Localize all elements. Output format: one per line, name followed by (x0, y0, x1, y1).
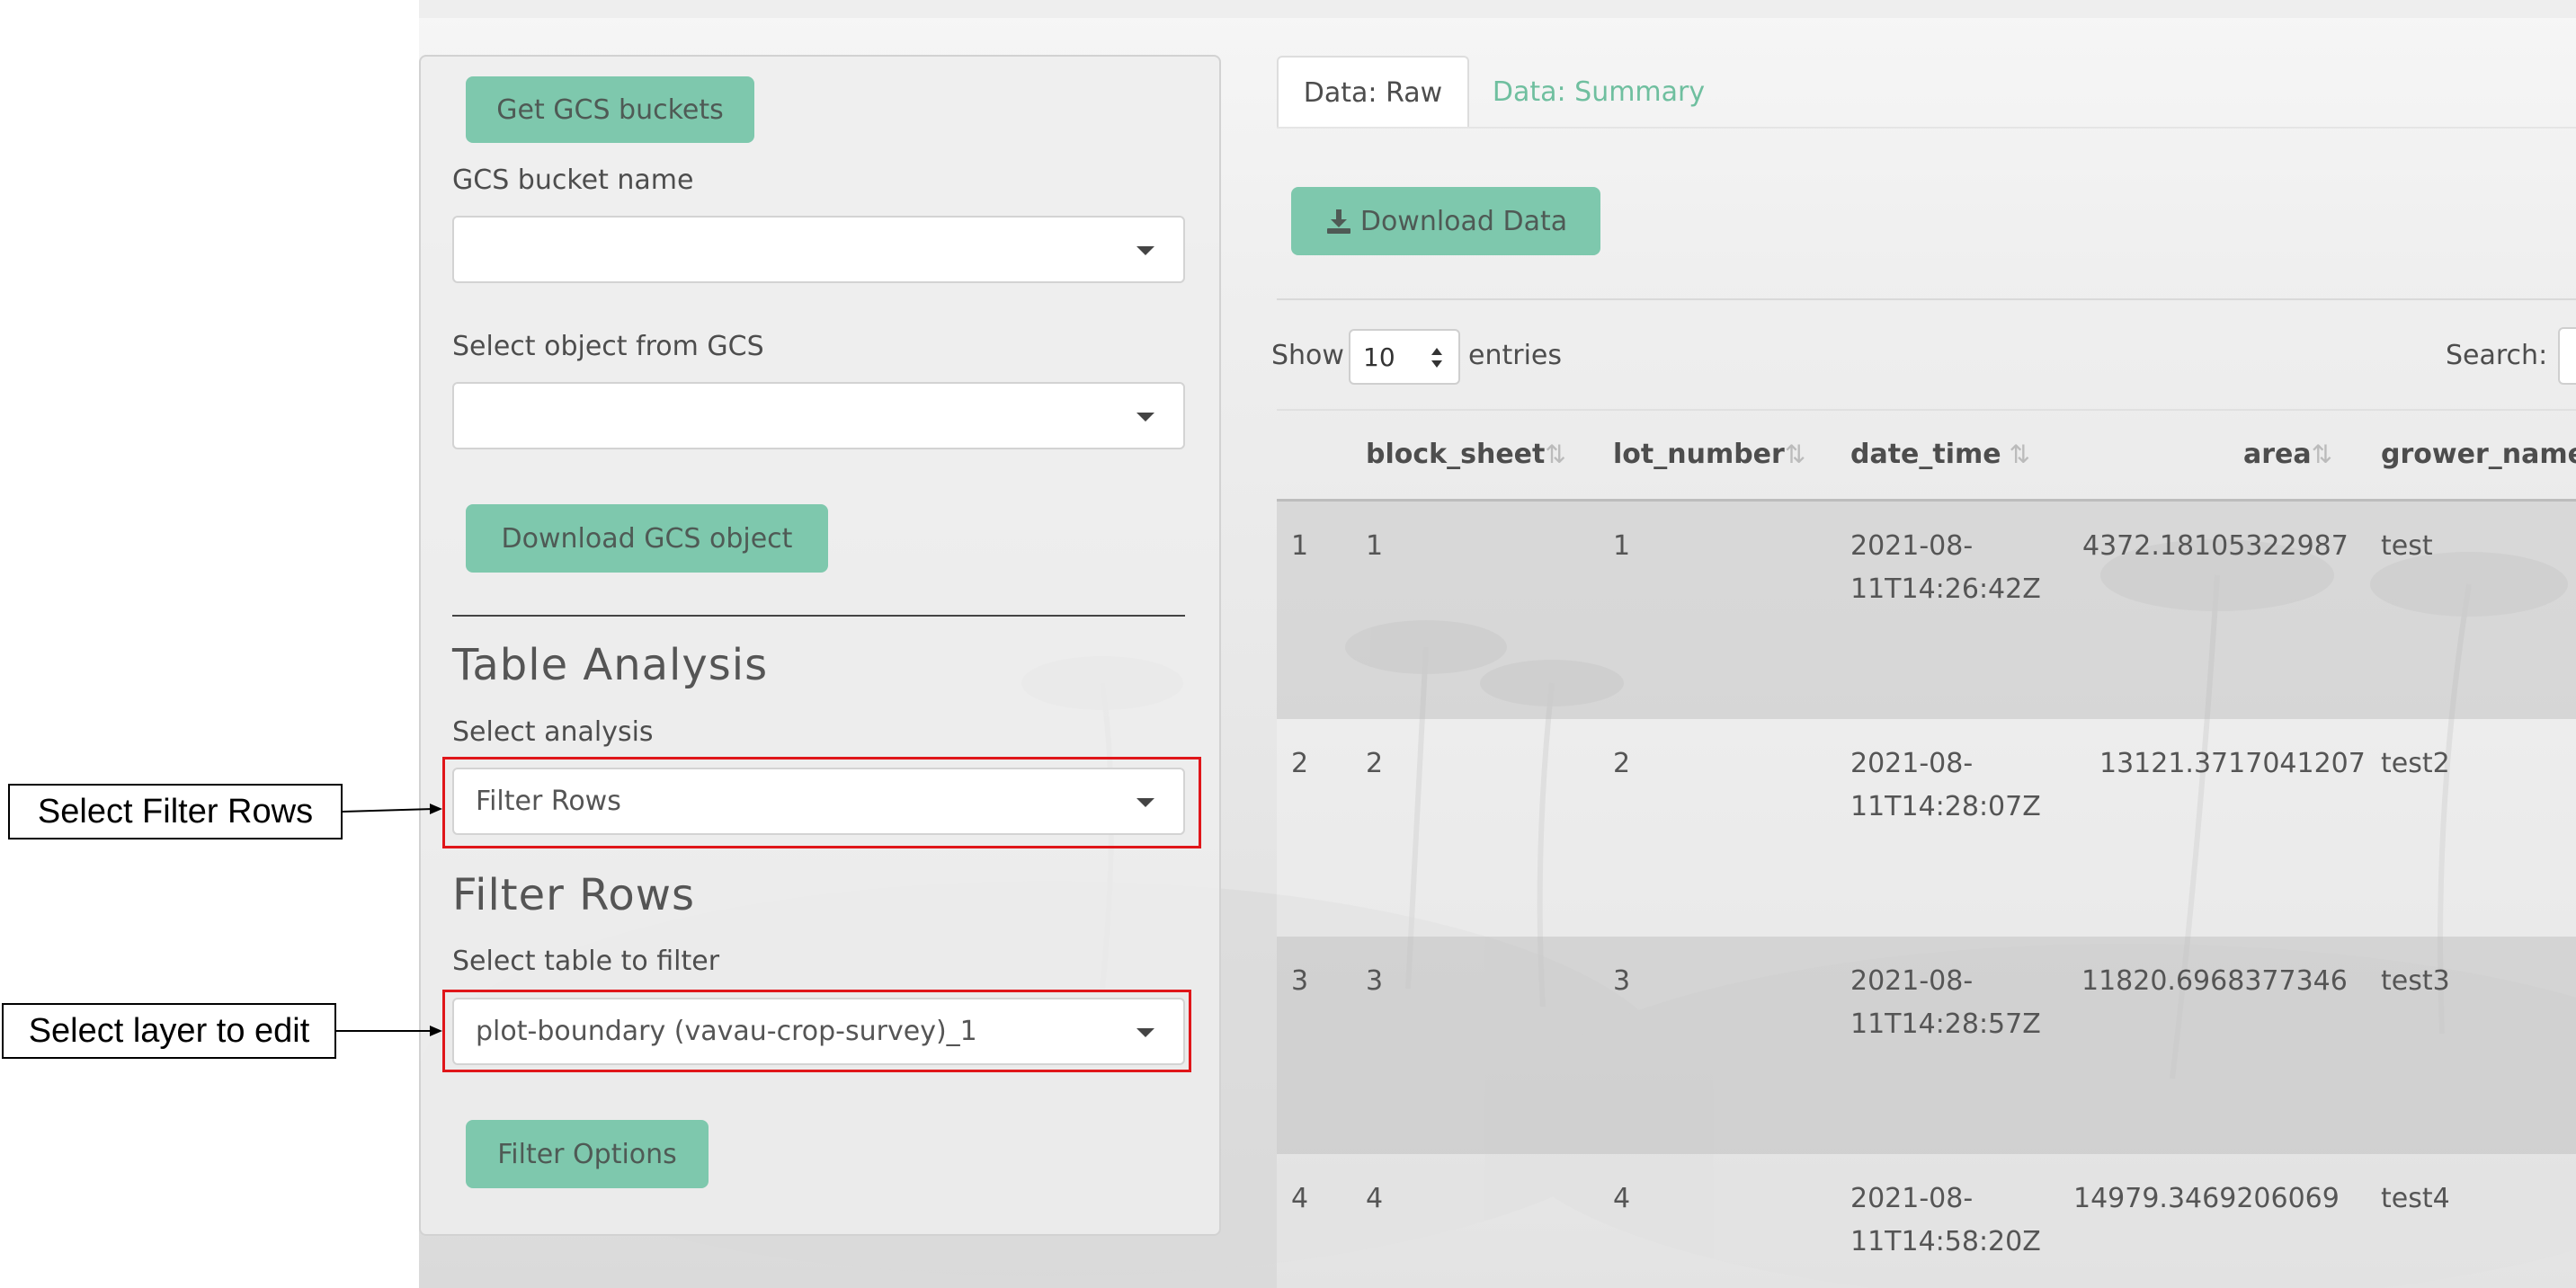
sort-icon: ⇅ (2311, 440, 2333, 469)
cell-area: 11820.6968377346 (2081, 965, 2348, 997)
select-analysis-value: Filter Rows (476, 786, 621, 817)
caret-down-icon (1136, 412, 1154, 422)
tab-data-summary[interactable]: Data: Summary (1482, 56, 1716, 128)
download-data-button[interactable]: Download Data (1291, 187, 1600, 255)
table-analysis-heading: Table Analysis (452, 640, 769, 690)
cell-date-line2: 11T14:26:42Z (1850, 573, 2041, 605)
cell-date-line1: 2021-08- (1850, 965, 1974, 997)
entries-label: entries (1468, 340, 1562, 371)
caret-down-icon (1136, 797, 1154, 807)
cell-date-line2: 11T14:28:57Z (1850, 1008, 2041, 1040)
column-header-lot-number[interactable]: lot_number⇅ (1613, 439, 1805, 470)
cell-date-line1: 2021-08- (1850, 748, 1974, 779)
column-header-date-time[interactable]: date_time ⇅ (1850, 439, 2030, 470)
column-header-area[interactable]: area⇅ (2243, 439, 2332, 470)
select-arrows-icon (1431, 348, 1442, 368)
cell-lot-number: 2 (1613, 748, 1631, 779)
cell-grower-name: test4 (2381, 1183, 2450, 1214)
download-icon (1326, 209, 1350, 234)
cell-grower-name: test (2381, 530, 2433, 562)
gcs-bucket-select[interactable] (452, 216, 1185, 283)
cell-lot-number: 1 (1613, 530, 1631, 562)
caret-down-icon (1136, 1027, 1154, 1037)
callout-select-filter-rows: Select Filter Rows (8, 784, 343, 839)
column-header-grower-name[interactable]: grower_name (2381, 439, 2576, 470)
cell-lot-number: 4 (1613, 1183, 1631, 1214)
sort-icon: ⇅ (2001, 440, 2031, 469)
cell-date-line1: 2021-08- (1850, 1183, 1974, 1214)
filter-options-button[interactable]: Filter Options (466, 1120, 709, 1188)
cell-area: 4372.18105322987 (2082, 530, 2349, 562)
gcs-object-select[interactable] (452, 382, 1185, 449)
table-top-border (1277, 409, 2576, 411)
cell-index: 4 (1291, 1183, 1309, 1214)
cell-area: 13121.3717041207 (2099, 748, 2366, 779)
section-divider (452, 615, 1185, 617)
cell-index: 2 (1291, 748, 1309, 779)
show-label: Show (1271, 340, 1344, 371)
caret-down-icon (1136, 245, 1154, 255)
cell-date-line1: 2021-08- (1850, 530, 1974, 562)
select-analysis-dropdown[interactable]: Filter Rows (452, 768, 1185, 835)
download-data-label: Download Data (1359, 205, 1568, 237)
cell-block-sheet: 3 (1366, 965, 1384, 997)
search-label: Search: (2446, 340, 2548, 371)
column-header-block-sheet[interactable]: block_sheet⇅ (1366, 439, 1566, 470)
cell-block-sheet: 4 (1366, 1183, 1384, 1214)
cell-index: 1 (1291, 530, 1309, 562)
sort-icon: ⇅ (1784, 440, 1806, 469)
tab-underline (1277, 127, 2576, 129)
search-input[interactable] (2558, 327, 2576, 385)
tab-data-raw[interactable]: Data: Raw (1277, 56, 1469, 128)
select-table-label: Select table to filter (452, 946, 720, 977)
entries-length-select[interactable]: 10 (1349, 329, 1460, 385)
download-gcs-object-button[interactable]: Download GCS object (466, 504, 828, 573)
callout-select-layer-to-edit: Select layer to edit (2, 1003, 336, 1059)
select-table-dropdown[interactable]: plot-boundary (vavau-crop-survey)_1 (452, 998, 1185, 1065)
gcs-object-label: Select object from GCS (452, 331, 764, 362)
entries-value: 10 (1363, 342, 1395, 372)
cell-index: 3 (1291, 965, 1309, 997)
cell-block-sheet: 1 (1366, 530, 1384, 562)
cell-date-line2: 11T14:58:20Z (1850, 1226, 2041, 1257)
sort-icon: ⇅ (1545, 440, 1566, 469)
cell-grower-name: test3 (2381, 965, 2450, 997)
cell-area: 14979.3469206069 (2073, 1183, 2340, 1214)
get-gcs-buckets-button[interactable]: Get GCS buckets (466, 76, 754, 143)
toolbar-divider (1277, 298, 2576, 300)
cell-grower-name: test2 (2381, 748, 2450, 779)
gcs-bucket-label: GCS bucket name (452, 164, 694, 196)
cell-block-sheet: 2 (1366, 748, 1384, 779)
cell-lot-number: 3 (1613, 965, 1631, 997)
select-analysis-label: Select analysis (452, 716, 654, 748)
select-table-value: plot-boundary (vavau-crop-survey)_1 (476, 1016, 977, 1047)
filter-rows-heading: Filter Rows (452, 870, 695, 920)
cell-date-line2: 11T14:28:07Z (1850, 791, 2041, 822)
